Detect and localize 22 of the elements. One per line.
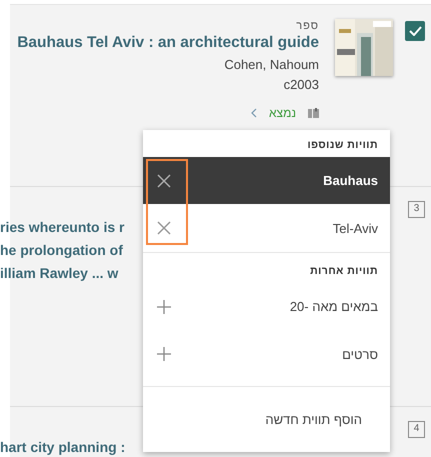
material-type: ספר — [296, 20, 319, 32]
check-icon — [408, 26, 422, 36]
author: Cohen, Nahoum — [224, 57, 319, 72]
chevron-icon[interactable] — [251, 108, 257, 118]
close-icon[interactable] — [157, 221, 171, 236]
book-icon — [308, 108, 319, 118]
section-header: תוויות שנוספו — [306, 138, 379, 153]
record-number: 4 — [408, 421, 425, 438]
checkbox[interactable] — [405, 21, 425, 41]
tag-item[interactable]: Tel-Aviv — [143, 204, 390, 252]
tag-item[interactable]: סרטים — [143, 330, 390, 378]
record-title[interactable]: Bauhaus Tel Aviv : an architectural guide — [17, 34, 319, 52]
availability-status: נמצא — [269, 106, 296, 120]
tag-item[interactable]: Bauhaus — [143, 157, 390, 204]
date: c2003 — [284, 77, 319, 92]
close-icon[interactable] — [157, 174, 171, 188]
plus-icon[interactable] — [157, 347, 171, 362]
add-tag-link[interactable]: הוסף תווית חדשה — [143, 386, 390, 452]
section-header: תוויות אחרות — [309, 264, 379, 279]
record-number: 3 — [408, 201, 425, 218]
tag-item[interactable]: במאים מאה -20 — [143, 282, 390, 330]
plus-icon[interactable] — [157, 300, 171, 314]
